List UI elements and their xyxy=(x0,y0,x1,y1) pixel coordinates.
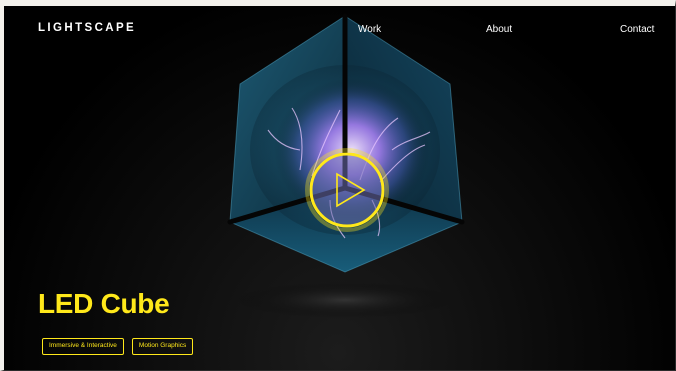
nav-link-about[interactable]: About xyxy=(486,24,512,35)
nav-link-work[interactable]: Work xyxy=(358,24,381,35)
floor-reflection xyxy=(235,282,455,318)
page: LIGHTSCAPE Work About Contact LED Cube I… xyxy=(0,0,676,371)
nav-link-contact[interactable]: Contact xyxy=(620,24,654,35)
tag-immersive-interactive: Immersive & Interactive xyxy=(42,338,124,355)
play-button[interactable] xyxy=(305,148,389,232)
top-navigation: LIGHTSCAPE Work About Contact xyxy=(0,0,676,60)
project-title: LED Cube xyxy=(38,288,170,319)
brand-logo[interactable]: LIGHTSCAPE xyxy=(38,22,136,34)
tag-motion-graphics: Motion Graphics xyxy=(131,338,194,355)
project-tags: Immersive & Interactive Motion Graphics xyxy=(42,338,194,355)
